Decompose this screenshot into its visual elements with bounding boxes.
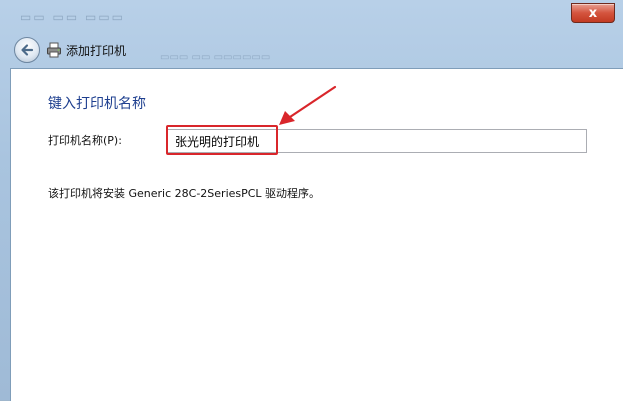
- faded-background-text: ▭▭▭ ▭▭ ▭▭▭▭▭▭: [160, 52, 271, 63]
- red-arrow-icon: [279, 85, 337, 125]
- title-bar: ▭▭ ▭▭ ▭▭▭ x: [0, 0, 623, 30]
- close-button[interactable]: x: [571, 3, 615, 23]
- page-title: 键入打印机名称: [48, 96, 146, 112]
- nav-title: 添加打印机: [66, 44, 127, 58]
- back-button[interactable]: [14, 37, 40, 63]
- wizard-content-pane: 键入打印机名称 打印机名称(P): 该打印机将安装 Generic 28C-2S…: [10, 68, 623, 401]
- close-icon: x: [588, 5, 598, 21]
- add-printer-window: ▭▭ ▭▭ ▭▭▭ x 添加打印机 ▭▭▭ ▭▭ ▭▭▭▭▭▭ 键入打印机名称 …: [0, 0, 623, 401]
- blurred-title-text: ▭▭ ▭▭ ▭▭▭: [20, 10, 125, 24]
- back-arrow-icon: [21, 44, 34, 56]
- printer-name-input[interactable]: [167, 129, 587, 153]
- printer-icon: [47, 42, 61, 58]
- navigation-bar: 添加打印机 ▭▭▭ ▭▭ ▭▭▭▭▭▭: [0, 34, 623, 66]
- printer-name-label: 打印机名称(P):: [48, 134, 122, 147]
- driver-info-text: 该打印机将安装 Generic 28C-2SeriesPCL 驱动程序。: [48, 187, 321, 200]
